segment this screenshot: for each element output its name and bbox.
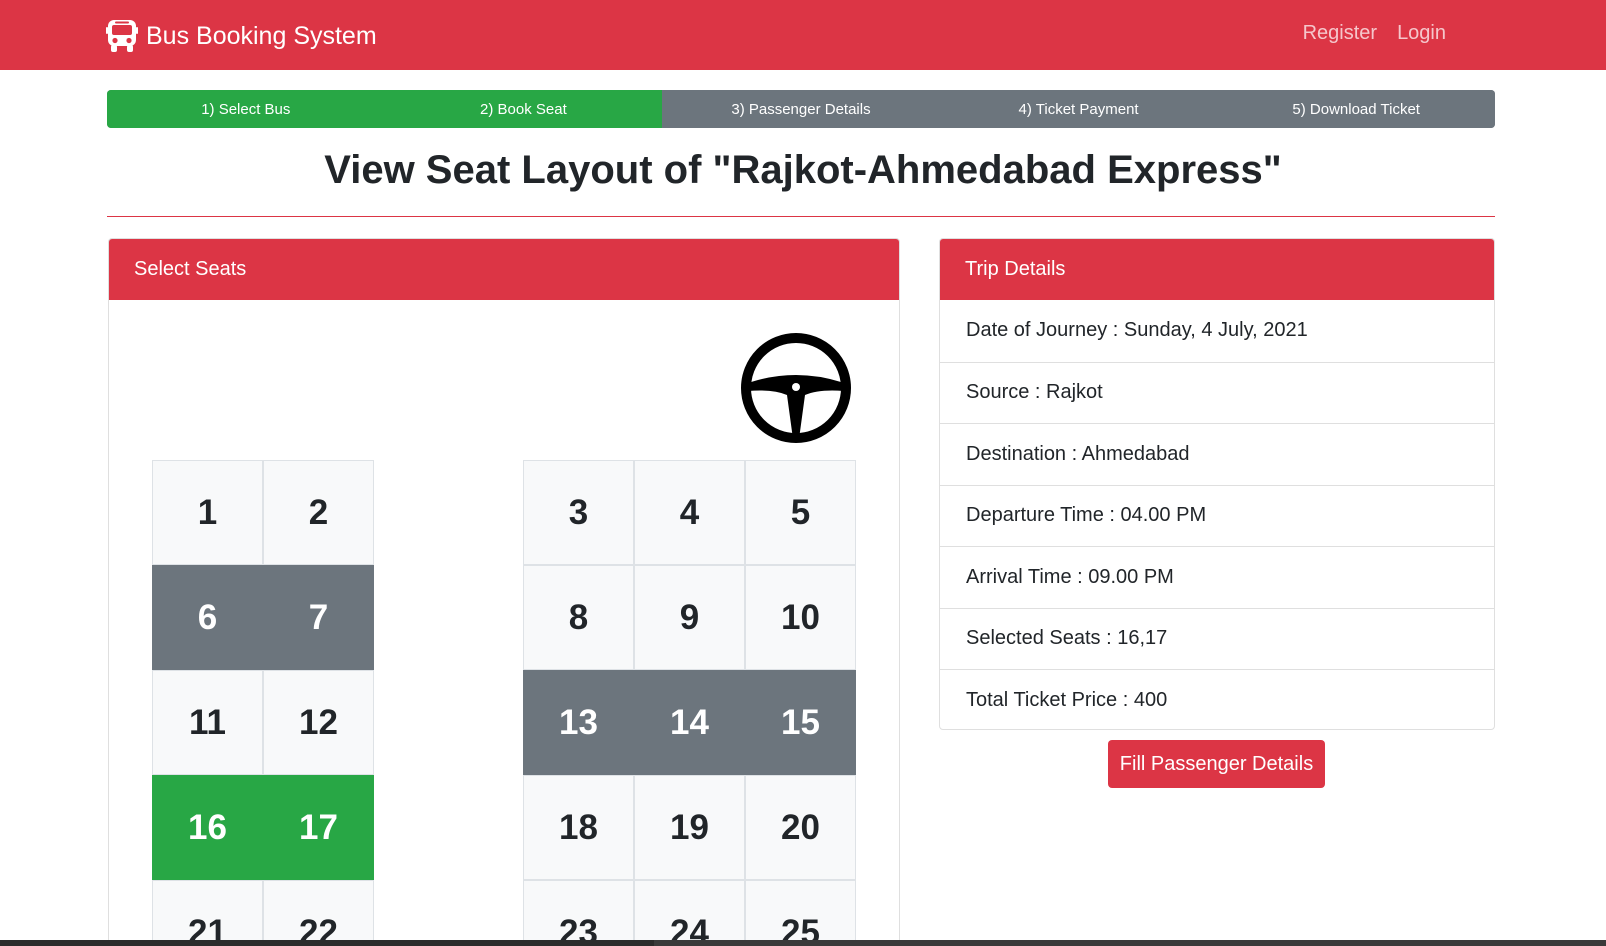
select-seats-header: Select Seats	[109, 239, 899, 300]
steering-wheel-icon	[739, 331, 853, 450]
seat-23[interactable]: 23	[523, 880, 634, 946]
page-title: View Seat Layout of "Rajkot-Ahmedabad Ex…	[324, 148, 1282, 192]
seat-15: 15	[745, 670, 856, 775]
seat-21[interactable]: 21	[152, 880, 263, 946]
step-select-bus: 1) Select Bus	[107, 90, 385, 128]
brand-title: Bus Booking System	[146, 21, 377, 50]
navbar: Bus Booking System Register Login	[0, 0, 1606, 70]
bus-icon	[106, 19, 138, 53]
trip-date-of-journey: Date of Journey : Sunday, 4 July, 2021	[966, 319, 1308, 342]
horizontal-scrollbar[interactable]	[0, 940, 1606, 946]
seat-18[interactable]: 18	[523, 775, 634, 880]
seat-8[interactable]: 8	[523, 565, 634, 670]
trip-source: Source : Rajkot	[940, 361, 1494, 424]
seat-14: 14	[634, 670, 745, 775]
seat-20[interactable]: 20	[745, 775, 856, 880]
trip-arrival-time: Arrival Time : 09.00 PM	[940, 546, 1494, 608]
seat-17[interactable]: 17	[263, 775, 374, 880]
seat-6: 6	[152, 565, 263, 670]
seat-22[interactable]: 22	[263, 880, 374, 946]
step-book-seat: 2) Book Seat	[384, 90, 663, 128]
seat-19[interactable]: 19	[634, 775, 745, 880]
fill-passenger-details-button[interactable]: Fill Passenger Details	[1108, 740, 1325, 788]
step-passenger-details: 3) Passenger Details	[662, 90, 940, 128]
trip-selected-seats: Selected Seats : 16,17	[940, 607, 1494, 670]
seat-5[interactable]: 5	[745, 460, 856, 565]
seat-10[interactable]: 10	[745, 565, 856, 670]
seat-3[interactable]: 3	[523, 460, 634, 565]
seat-4[interactable]: 4	[634, 460, 745, 565]
seat-12[interactable]: 12	[263, 670, 374, 775]
seat-2[interactable]: 2	[263, 460, 374, 565]
step-ticket-payment: 4) Ticket Payment	[939, 90, 1218, 128]
trip-total-price: Total Ticket Price : 400	[940, 669, 1494, 729]
select-seats-card: Select Seats 1 2 6 7 11 12 16 17 21 22 3 4 5 8 9 10 13 1…	[108, 238, 900, 946]
trip-destination: Destination : Ahmedabad	[940, 423, 1494, 485]
trip-details-list: Date of Journey : Sunday, 4 July, 2021 S…	[940, 300, 1494, 729]
brand-link[interactable]: Bus Booking System	[106, 18, 377, 54]
trip-details-card: Trip Details Date of Journey : Sunday, 4…	[939, 238, 1495, 730]
seat-13: 13	[523, 670, 634, 775]
scrollbar-track	[654, 940, 1606, 946]
seat-24[interactable]: 24	[634, 880, 745, 946]
scrollbar-thumb[interactable]	[0, 940, 654, 946]
seat-7: 7	[263, 565, 374, 670]
login-link[interactable]: Login	[1397, 22, 1446, 45]
seat-11[interactable]: 11	[152, 670, 263, 775]
trip-departure-time: Departure Time : 04.00 PM	[940, 484, 1494, 547]
right-seat-group: 3 4 5 8 9 10 13 14 15 18 19 20 23 24 25	[523, 460, 856, 946]
seat-25[interactable]: 25	[745, 880, 856, 946]
seat-16[interactable]: 16	[152, 775, 263, 880]
trip-details-header: Trip Details	[940, 239, 1494, 300]
step-download-ticket: 5) Download Ticket	[1217, 90, 1495, 128]
title-divider	[107, 216, 1495, 217]
seat-9[interactable]: 9	[634, 565, 745, 670]
register-link[interactable]: Register	[1303, 22, 1377, 45]
nav-links: Register Login	[1303, 22, 1446, 45]
left-seat-group: 1 2 6 7 11 12 16 17 21 22	[152, 460, 374, 946]
seat-1[interactable]: 1	[152, 460, 263, 565]
booking-progress: 1) Select Bus 2) Book Seat 3) Passenger …	[107, 90, 1495, 128]
